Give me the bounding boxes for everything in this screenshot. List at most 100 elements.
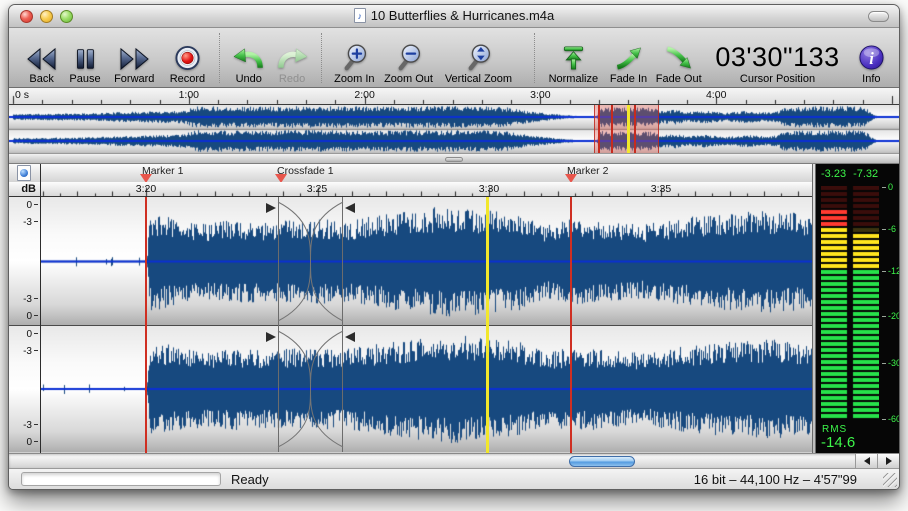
pause-icon xyxy=(71,42,99,71)
back-icon xyxy=(26,42,58,71)
overview-cursor-line xyxy=(598,105,600,153)
pane-splitter[interactable] xyxy=(9,153,899,164)
crossfade-right-handle-icon xyxy=(345,203,355,213)
overview-cursor-line xyxy=(634,105,636,153)
info-button[interactable]: i Info xyxy=(850,31,893,85)
scrollbar-thumb[interactable] xyxy=(569,456,635,467)
rms-value: -14.6 xyxy=(821,434,855,451)
overview-ruler[interactable]: 0 s 1:00 2:00 3:00 4:00 xyxy=(9,88,899,105)
zoom-out-button[interactable]: Zoom Out xyxy=(380,31,437,85)
meter-scale-label: 0 xyxy=(882,182,900,192)
waveform-channel-2[interactable] xyxy=(41,326,812,452)
overview-ruler-ticks xyxy=(9,88,900,105)
toolbar-separator xyxy=(321,33,322,83)
crossfade-overlay-ch1[interactable] xyxy=(263,197,358,326)
overview-waveform[interactable] xyxy=(9,105,899,153)
undo-button[interactable]: Undo xyxy=(227,31,270,85)
meter-scale-label: -60 xyxy=(882,414,900,424)
redo-icon xyxy=(276,42,309,71)
info-icon: i xyxy=(858,42,885,71)
forward-button[interactable]: Forward xyxy=(106,31,163,85)
overview-waveform-canvas xyxy=(9,105,900,153)
fade-out-icon xyxy=(664,42,693,71)
desktop: ♪ 10 Butterflies & Hurricanes.m4a Back P… xyxy=(0,0,908,511)
crossfade-overlay-ch2[interactable] xyxy=(263,326,358,452)
gutter-marker-strip xyxy=(9,164,40,182)
audio-file-icon[interactable] xyxy=(17,165,31,181)
editor-pane: dB 0-3-30 0-3-30 Marker 1Crossfade 1Mark… xyxy=(9,164,899,453)
cursor-position-display: 03'30"133 Cursor Position xyxy=(705,31,849,85)
toolbar-separator xyxy=(219,33,220,83)
splitter-grip[interactable] xyxy=(445,157,463,162)
peak-readout: -3.23 -7.32 xyxy=(821,168,878,180)
vertical-zoom-icon xyxy=(464,42,493,71)
crossfade-left-handle-icon xyxy=(266,332,276,342)
zoom-in-button[interactable]: Zoom In xyxy=(329,31,380,85)
editor-ruler-label: 3:30 xyxy=(479,183,499,195)
meter-scale-label: -30 xyxy=(882,358,900,368)
db-scale-label: -3 xyxy=(23,294,38,305)
app-window: ♪ 10 Butterflies & Hurricanes.m4a Back P… xyxy=(8,4,900,490)
db-scale-label: 0 xyxy=(26,437,38,448)
editor-ruler-ticks xyxy=(41,182,812,197)
record-button[interactable]: Record xyxy=(163,31,212,85)
scroll-left-button[interactable] xyxy=(855,454,877,468)
scale-gutter: dB 0-3-30 0-3-30 xyxy=(9,164,41,453)
gutter-scale-ch1: 0-3-30 xyxy=(9,197,40,326)
overview-cursor-line xyxy=(627,105,630,153)
pause-button[interactable]: Pause xyxy=(64,31,105,85)
scrollbar-arrows xyxy=(855,454,899,468)
overview-ruler-label: 4:00 xyxy=(706,89,726,101)
zoom-in-icon xyxy=(340,42,369,71)
toolbar-separator xyxy=(534,33,535,83)
progress-bar xyxy=(21,472,221,486)
editor-ruler[interactable]: 3:203:253:303:35 xyxy=(41,182,812,197)
back-button[interactable]: Back xyxy=(19,31,64,85)
cursor-position-label: Cursor Position xyxy=(740,73,815,85)
level-meter-panel: -3.23 -7.32 0-6-12-20-30-60 RMS -14.6 xyxy=(816,164,900,453)
forward-icon xyxy=(118,42,150,71)
audio-document-icon: ♪ xyxy=(354,8,366,23)
led-meter-canvas xyxy=(821,186,879,422)
peak-left-value: -3.23 xyxy=(821,168,846,180)
overview-ruler-label: 0 s xyxy=(15,89,29,101)
meter-scale-label: -6 xyxy=(882,224,900,234)
editor-ruler-label: 3:25 xyxy=(307,183,327,195)
fade-in-button[interactable]: Fade In xyxy=(605,31,652,85)
zoom-out-icon xyxy=(394,42,423,71)
fade-in-icon xyxy=(614,42,643,71)
editor-ruler-label: 3:20 xyxy=(136,183,156,195)
meter-scale-label: -12 xyxy=(882,266,900,276)
scroll-right-button[interactable] xyxy=(877,454,899,468)
normalize-icon xyxy=(559,42,588,71)
waveform-canvas-ch2 xyxy=(41,326,812,452)
overview-ruler-label: 1:00 xyxy=(179,89,199,101)
gutter-scale-ch2: 0-3-30 xyxy=(9,326,40,452)
marker-strip[interactable]: Marker 1Crossfade 1Marker 2 xyxy=(41,164,812,182)
db-scale-label: 0 xyxy=(26,200,38,211)
meter-scale-label: -20 xyxy=(882,311,900,321)
normalize-button[interactable]: Normalize xyxy=(542,31,605,85)
overview-ruler-label: 2:00 xyxy=(354,89,374,101)
resize-grip[interactable] xyxy=(883,473,897,487)
cursor-position-value: 03'30"133 xyxy=(715,42,839,72)
undo-icon xyxy=(232,42,265,71)
db-unit-label: dB xyxy=(9,182,40,197)
overview-cursor-line xyxy=(611,105,613,153)
left-arrow-icon xyxy=(864,457,870,465)
window-title-text: 10 Butterflies & Hurricanes.m4a xyxy=(371,8,555,23)
svg-text:i: i xyxy=(869,48,874,67)
fade-out-button[interactable]: Fade Out xyxy=(652,31,705,85)
window-title: ♪ 10 Butterflies & Hurricanes.m4a xyxy=(9,8,899,23)
overview-ruler-label: 3:00 xyxy=(530,89,550,101)
format-info: 16 bit – 44,100 Hz – 4'57"99 xyxy=(694,472,857,487)
horizontal-scrollbar[interactable] xyxy=(9,453,899,468)
status-bar: Ready 16 bit – 44,100 Hz – 4'57"99 xyxy=(9,468,899,489)
toolbar-toggle-pill[interactable] xyxy=(868,11,889,22)
titlebar[interactable]: ♪ 10 Butterflies & Hurricanes.m4a xyxy=(9,5,899,28)
record-icon xyxy=(174,42,201,71)
db-scale-label: 0 xyxy=(26,329,38,340)
vertical-zoom-button[interactable]: Vertical Zoom xyxy=(437,31,520,85)
waveform-channel-1[interactable] xyxy=(41,197,812,326)
redo-button[interactable]: Redo xyxy=(270,31,313,85)
